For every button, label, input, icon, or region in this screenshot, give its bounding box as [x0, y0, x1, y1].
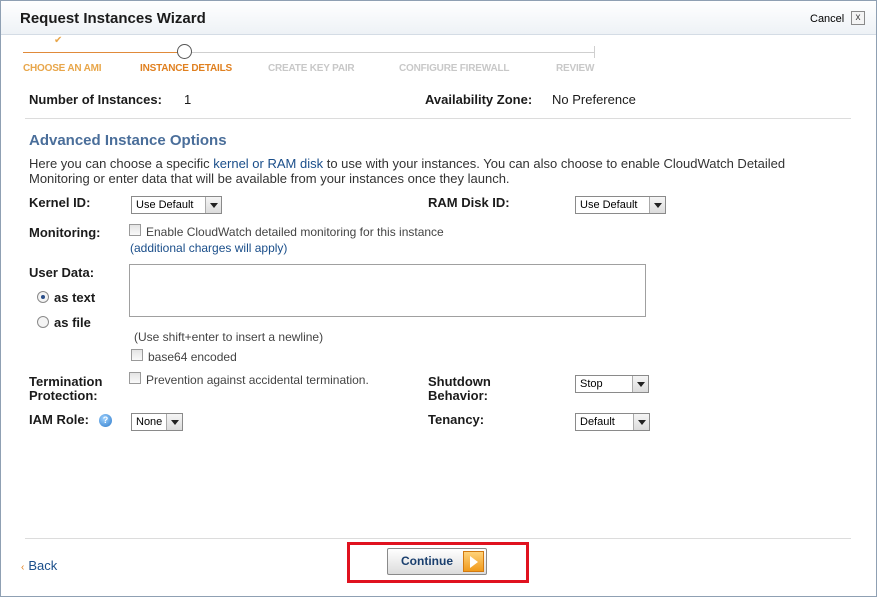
step-instance-details: INSTANCE DETAILS	[140, 63, 232, 74]
check-icon: ✔	[54, 35, 63, 46]
kernel-select[interactable]: Use Default	[131, 196, 222, 214]
chevron-down-icon	[649, 197, 665, 213]
instances-value: 1	[184, 92, 192, 107]
tenancy-select[interactable]: Default	[575, 413, 650, 431]
userdata-hint: (Use shift+enter to insert a newline)	[134, 330, 324, 344]
chevron-left-icon: ‹	[21, 562, 25, 573]
chevron-down-icon	[632, 376, 648, 392]
kernel-label: Kernel ID:	[29, 195, 91, 210]
iam-select-value: None	[136, 416, 163, 428]
tenancy-label: Tenancy:	[428, 412, 485, 427]
step-review: REVIEW	[556, 63, 595, 74]
continue-label: Continue	[401, 554, 453, 568]
ramdisk-select-value: Use Default	[580, 199, 638, 211]
description-text-start: Here you can choose a specific	[29, 156, 214, 171]
userdata-label: User Data:	[29, 265, 95, 280]
termination-label-line1: Termination	[29, 374, 103, 389]
zone-label: Availability Zone:	[425, 92, 533, 107]
as-text-label: as text	[54, 290, 96, 305]
kernel-ramdisk-link[interactable]: kernel or RAM disk	[213, 156, 323, 171]
progress-track-end	[594, 46, 595, 58]
dialog-header: Request Instances Wizard Cancel x	[1, 1, 876, 35]
base64-label: base64 encoded	[148, 350, 237, 364]
back-link[interactable]: ‹ Back	[21, 558, 57, 573]
continue-button[interactable]: Continue	[387, 548, 487, 575]
back-label: Back	[28, 558, 58, 573]
footer-divider	[25, 538, 851, 539]
monitoring-checkbox-label: Enable CloudWatch detailed monitoring fo…	[146, 225, 444, 239]
termination-label-line2: Protection:	[29, 388, 98, 403]
divider	[25, 118, 851, 119]
close-icon[interactable]: x	[851, 11, 865, 25]
current-step-marker	[177, 44, 192, 59]
kernel-select-value: Use Default	[136, 199, 194, 211]
monitoring-checkbox[interactable]	[129, 224, 141, 236]
termination-checkbox[interactable]	[129, 372, 141, 384]
section-description: Here you can choose a specific kernel or…	[29, 156, 829, 186]
termination-checkbox-label: Prevention against accidental terminatio…	[146, 373, 369, 387]
shutdown-label-line1: Shutdown	[428, 374, 491, 389]
instances-label: Number of Instances:	[29, 92, 162, 107]
chevron-down-icon	[205, 197, 221, 213]
cancel-link[interactable]: Cancel	[810, 13, 844, 25]
wizard-dialog: Request Instances Wizard Cancel x ✔ CHOO…	[0, 0, 877, 597]
shutdown-select-value: Stop	[580, 378, 603, 390]
userdata-textarea[interactable]	[129, 264, 646, 317]
iam-label: IAM Role:	[29, 412, 89, 427]
step-create-key-pair: CREATE KEY PAIR	[268, 63, 355, 74]
iam-select[interactable]: None	[131, 413, 183, 431]
zone-value: No Preference	[552, 92, 636, 107]
as-text-radio[interactable]	[37, 291, 49, 303]
base64-checkbox[interactable]	[131, 349, 143, 361]
as-file-radio[interactable]	[37, 316, 49, 328]
help-icon[interactable]: ?	[99, 414, 112, 427]
shutdown-label-line2: Behavior:	[428, 388, 488, 403]
section-title: Advanced Instance Options	[29, 132, 227, 149]
dialog-title: Request Instances Wizard	[20, 10, 206, 27]
monitoring-label: Monitoring:	[29, 225, 101, 240]
ramdisk-select[interactable]: Use Default	[575, 196, 666, 214]
as-file-label: as file	[54, 315, 91, 330]
monitoring-note: (additional charges will apply)	[130, 241, 288, 255]
play-arrow-icon	[463, 551, 484, 572]
chevron-down-icon	[166, 414, 182, 430]
progress-track-done	[23, 52, 178, 53]
step-configure-firewall: CONFIGURE FIREWALL	[399, 63, 510, 74]
shutdown-select[interactable]: Stop	[575, 375, 649, 393]
tenancy-select-value: Default	[580, 416, 615, 428]
step-choose-ami: CHOOSE AN AMI	[23, 63, 102, 74]
ramdisk-label: RAM Disk ID:	[428, 195, 510, 210]
chevron-down-icon	[633, 414, 649, 430]
